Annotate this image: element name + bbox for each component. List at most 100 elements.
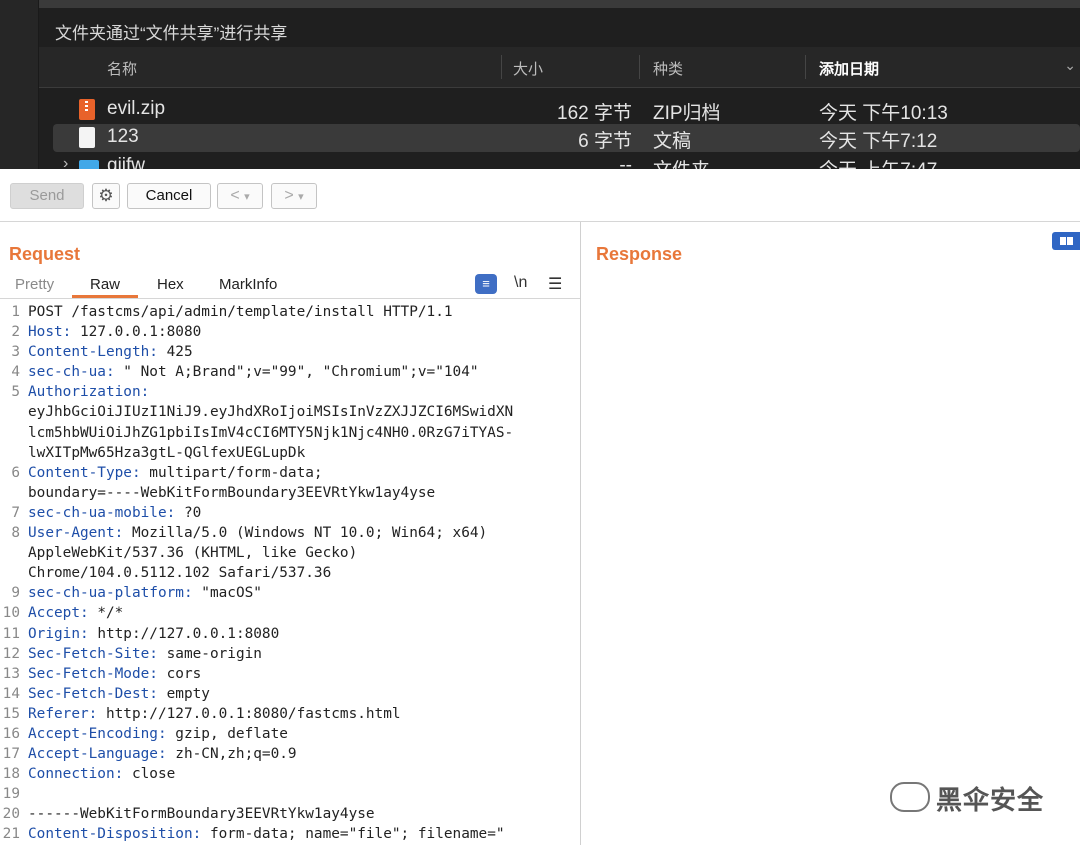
forward-arrow-icon: >: [284, 187, 294, 204]
request-line: 13 Sec-Fetch-Mode: cors: [0, 664, 578, 684]
file-kind: 文件夹: [653, 155, 710, 169]
header-value: same-origin: [157, 645, 262, 662]
request-line: 3 Content-Length: 425: [0, 342, 578, 362]
request-line: 9 sec-ch-ua-platform: "macOS": [0, 583, 578, 603]
finder-title: 文件夹通过“文件共享”进行共享: [55, 24, 288, 43]
header-value: 425: [157, 344, 193, 361]
header-name: Accept-Language:: [28, 746, 167, 763]
line-number: 14: [2, 685, 20, 702]
header-name: Authorization:: [28, 384, 150, 401]
tab-hex[interactable]: Hex: [157, 276, 184, 293]
file-row[interactable]: evil.zip 162 字节 ZIP归档 今天 下午10:13: [53, 96, 1080, 124]
history-back-button[interactable]: < ▾: [217, 183, 263, 209]
file-size: 6 字节: [578, 131, 632, 152]
disclosure-arrow-icon[interactable]: ›: [63, 155, 68, 169]
layout-toggle-icon[interactable]: [1052, 232, 1080, 250]
header-value: */*: [88, 605, 124, 622]
line-text: Sec-Fetch-Mode: cors: [28, 664, 201, 684]
file-row-selected[interactable]: 123 6 字节 文稿 今天 下午7:12: [53, 124, 1080, 152]
finder-column-header: 名称 大小 种类 添加日期 ⌄: [39, 47, 1080, 88]
request-line: 1 POST /fastcms/api/admin/template/instal…: [0, 302, 578, 322]
dropdown-arrow-icon: ▾: [244, 191, 250, 203]
zip-file-icon: [79, 99, 95, 120]
history-forward-button[interactable]: > ▾: [271, 183, 317, 209]
header-name: User-Agent:: [28, 525, 124, 542]
line-number: 12: [2, 645, 20, 662]
file-kind: ZIP归档: [653, 103, 721, 124]
line-text: Accept-Encoding: gzip, deflate: [28, 724, 288, 744]
line-number: 10: [2, 605, 20, 622]
column-name[interactable]: 名称: [107, 58, 137, 79]
request-line: 18 Connection: close: [0, 764, 578, 784]
header-value: empty: [157, 685, 210, 702]
dropdown-arrow-icon: ▾: [298, 191, 304, 203]
tab-raw[interactable]: Raw: [90, 276, 120, 293]
request-line: 8 User-Agent: Mozilla/5.0 (Windows NT 10.…: [0, 523, 578, 543]
sort-chevron-icon[interactable]: ⌄: [1064, 57, 1076, 74]
line-number: 19: [2, 786, 20, 803]
request-line: 16 Accept-Encoding: gzip, deflate: [0, 724, 578, 744]
column-kind[interactable]: 种类: [653, 58, 683, 79]
request-line: 14 Sec-Fetch-Dest: empty: [0, 684, 578, 704]
header-value: ------WebKitFormBoundary3EEVRtYkw1ay4yse: [28, 806, 375, 823]
line-number: 7: [11, 504, 20, 521]
header-name: Sec-Fetch-Site:: [28, 645, 158, 662]
line-text: boundary=----WebKitFormBoundary3EEVRtYkw…: [28, 483, 435, 503]
header-value: http://127.0.0.1:8080/fastcms.html: [97, 705, 401, 722]
request-line: 5 Authorization:: [0, 382, 578, 402]
header-value: gzip, deflate: [166, 725, 288, 742]
settings-gear-icon[interactable]: ⚙: [92, 183, 120, 209]
header-value: close: [123, 766, 176, 783]
header-value: ?0: [175, 504, 202, 521]
send-button[interactable]: Send: [10, 183, 84, 209]
header-value: zh-CN,zh;q=0.9: [166, 746, 297, 763]
menu-icon[interactable]: ☰: [548, 274, 562, 294]
document-icon: [79, 127, 95, 148]
word-wrap-icon[interactable]: ≡: [475, 274, 497, 294]
repeater-toolbar: Send ⚙ Cancel < ▾ > ▾: [0, 169, 1080, 222]
header-name: Content-Disposition:: [28, 826, 202, 843]
line-number: 11: [2, 625, 20, 642]
header-name: sec-ch-ua-platform:: [28, 585, 193, 602]
request-panel: Request Pretty Raw Hex MarkInfo ≡ \n ☰ 1…: [0, 222, 581, 845]
column-date-added[interactable]: 添加日期: [819, 58, 879, 79]
header-name: Accept:: [28, 605, 89, 622]
header-value: POST /fastcms/api/admin/template/install…: [28, 304, 453, 320]
header-name: sec-ch-ua:: [28, 364, 115, 381]
line-number: 3: [11, 344, 20, 361]
finder-file-list: 文件夹通过“文件共享”进行共享 名称 大小 种类 添加日期 ⌄ evil.zip…: [39, 0, 1080, 169]
request-line: 10 Accept: */*: [0, 603, 578, 623]
header-name: Origin:: [28, 625, 89, 642]
line-text: Content-Length: 425: [28, 342, 193, 362]
request-line: AppleWebKit/537.36 (KHTML, like Gecko): [0, 543, 578, 563]
tab-pretty[interactable]: Pretty: [15, 276, 54, 293]
file-date: 今天 上午7:47: [819, 155, 937, 169]
file-row[interactable]: › qiifw -- 文件夹 今天 上午7:47: [53, 153, 1080, 169]
file-date: 今天 下午10:13: [819, 103, 948, 124]
request-line: lwXITpMw65Hza3gtL-QGlfexUEGLupDk: [0, 443, 578, 463]
cancel-button[interactable]: Cancel: [127, 183, 211, 209]
line-text: Accept-Language: zh-CN,zh;q=0.9: [28, 744, 297, 764]
column-size[interactable]: 大小: [513, 58, 543, 79]
response-panel: Response: [582, 222, 1080, 845]
line-text: sec-ch-ua-platform: "macOS": [28, 583, 262, 603]
line-number: 5: [11, 384, 20, 401]
header-value: lcm5hbWUiOiJhZG1pbiIsImV4cCI6MTY5Njk1Njc…: [28, 424, 514, 441]
header-value: Mozilla/5.0 (Windows NT 10.0; Win64; x64…: [123, 525, 488, 542]
finder-window: 文件夹通过“文件共享”进行共享 名称 大小 种类 添加日期 ⌄ evil.zip…: [0, 0, 1080, 169]
request-line: 21 Content-Disposition: form-data; name="…: [0, 824, 578, 844]
tab-markinfo[interactable]: MarkInfo: [219, 276, 277, 293]
request-line: 2 Host: 127.0.0.1:8080: [0, 322, 578, 342]
line-number: 16: [2, 725, 20, 742]
request-editor[interactable]: 1 POST /fastcms/api/admin/template/instal…: [0, 302, 578, 845]
header-name: Sec-Fetch-Mode:: [28, 665, 158, 682]
wechat-logo-icon: [890, 782, 930, 812]
line-number: 8: [11, 525, 20, 542]
line-number: 4: [11, 364, 20, 381]
line-text: AppleWebKit/537.36 (KHTML, like Gecko): [28, 543, 357, 563]
file-size: 162 字节: [557, 103, 632, 124]
request-line: boundary=----WebKitFormBoundary3EEVRtYkw…: [0, 483, 578, 503]
newline-toggle[interactable]: \n: [514, 274, 527, 292]
header-value: AppleWebKit/537.36 (KHTML, like Gecko): [28, 545, 358, 562]
file-size: --: [619, 155, 632, 169]
